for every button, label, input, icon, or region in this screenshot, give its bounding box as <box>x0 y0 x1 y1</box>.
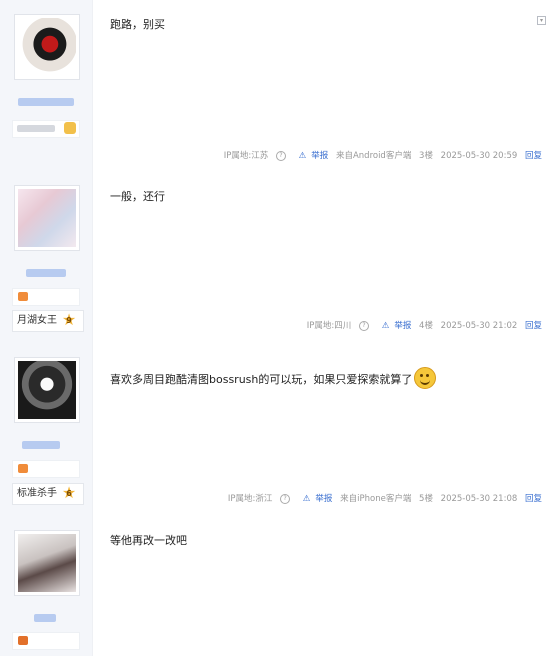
post-time: 2025-05-30 20:59 <box>440 151 518 161</box>
reply-button[interactable]: 回复 <box>525 321 542 331</box>
reply-button[interactable]: 回复 <box>525 151 542 161</box>
post-content: 跑路，别买 <box>110 18 165 31</box>
help-icon[interactable]: ? <box>280 493 291 504</box>
report-link[interactable]: ⚠ 举报 <box>298 494 333 504</box>
floor-number: 3楼 <box>419 151 433 161</box>
level-badge[interactable]: 月湖女王 ★ 9 <box>12 310 84 332</box>
level-title: 月湖女王 <box>17 315 57 326</box>
warning-triangle-icon: ⚠ <box>298 151 307 161</box>
help-icon[interactable]: ? <box>359 320 369 331</box>
username[interactable] <box>34 614 56 622</box>
report-link[interactable]: ⚠ 举报 <box>294 151 329 161</box>
warning-triangle-icon: ⚠ <box>302 494 311 504</box>
post-meta: IP属地:浙江 ? ⚠ 举报 来自iPhone客户端 5楼 2025-05-30 … <box>223 492 542 504</box>
member-icon <box>18 636 28 645</box>
floor-number: 5楼 <box>419 494 433 504</box>
ip-location: IP属地:四川 <box>306 321 352 331</box>
post-content: 喜欢多周目跑酷清图bossrush的可以玩，如果只爱探索就算了 <box>110 367 437 389</box>
avatar[interactable] <box>14 14 80 80</box>
post-floor-3: ▾ 跑路，别买 IP属地:江苏 ? ⚠ 举报 来自Android客户端 3楼 20… <box>0 0 550 172</box>
member-badge <box>12 460 80 478</box>
author-sidebar <box>0 516 93 656</box>
post-floor-4: 月湖女王 ★ 9 一般，还行 IP属地:四川 ? ⚠ 举报 4楼 2025-05-… <box>0 171 550 344</box>
username[interactable] <box>18 98 74 106</box>
help-icon[interactable]: ? <box>275 150 286 161</box>
report-label: 举报 <box>315 494 333 504</box>
post-floor-6: 等他再改一改吧 <box>0 516 550 656</box>
warning-triangle-icon: ⚠ <box>381 321 390 331</box>
ip-location: IP属地:江苏 <box>223 151 269 161</box>
ip-location: IP属地:浙江 <box>227 494 273 504</box>
author-sidebar: 标准杀手 ★ 6 <box>0 343 93 516</box>
reply-button[interactable]: 回复 <box>525 494 542 504</box>
report-label: 举报 <box>394 321 412 331</box>
member-badge <box>12 120 80 138</box>
post-content: 一般，还行 <box>110 190 165 203</box>
username[interactable] <box>22 441 60 449</box>
level-number: 9 <box>66 316 72 325</box>
author-sidebar: 月湖女王 ★ 9 <box>0 171 93 343</box>
post-time: 2025-05-30 21:08 <box>440 494 518 504</box>
level-title: 标准杀手 <box>17 488 57 499</box>
member-badge <box>12 288 80 306</box>
client-source: 来自iPhone客户端 <box>340 494 412 504</box>
post-text: 喜欢多周目跑酷清图bossrush的可以玩，如果只爱探索就算了 <box>110 373 413 386</box>
floor-number: 4楼 <box>419 321 433 331</box>
report-link[interactable]: ⚠ 举报 <box>377 321 412 331</box>
member-icon <box>18 464 28 473</box>
client-source: 来自Android客户端 <box>335 151 412 161</box>
post-meta: IP属地:四川 ? ⚠ 举报 4楼 2025-05-30 21:02 回复 <box>302 319 542 331</box>
post-meta: IP属地:江苏 ? ⚠ 举报 来自Android客户端 3楼 2025-05-30… <box>219 149 542 161</box>
report-label: 举报 <box>311 151 329 161</box>
member-badge <box>12 632 80 650</box>
author-sidebar <box>0 0 93 171</box>
username[interactable] <box>26 269 66 277</box>
post-content: 等他再改一改吧 <box>110 534 187 547</box>
level-badge[interactable]: 标准杀手 ★ 6 <box>12 483 84 505</box>
avatar[interactable] <box>14 530 80 596</box>
avatar[interactable] <box>14 357 80 423</box>
post-floor-5: 标准杀手 ★ 6 喜欢多周目跑酷清图bossrush的可以玩，如果只爱探索就算了… <box>0 343 550 517</box>
level-number: 6 <box>66 489 72 498</box>
member-icon <box>18 292 28 301</box>
expand-icon[interactable]: ▾ <box>537 16 546 25</box>
avatar[interactable] <box>14 185 80 251</box>
post-time: 2025-05-30 21:02 <box>440 321 518 331</box>
smile-emoji-icon <box>414 367 437 389</box>
